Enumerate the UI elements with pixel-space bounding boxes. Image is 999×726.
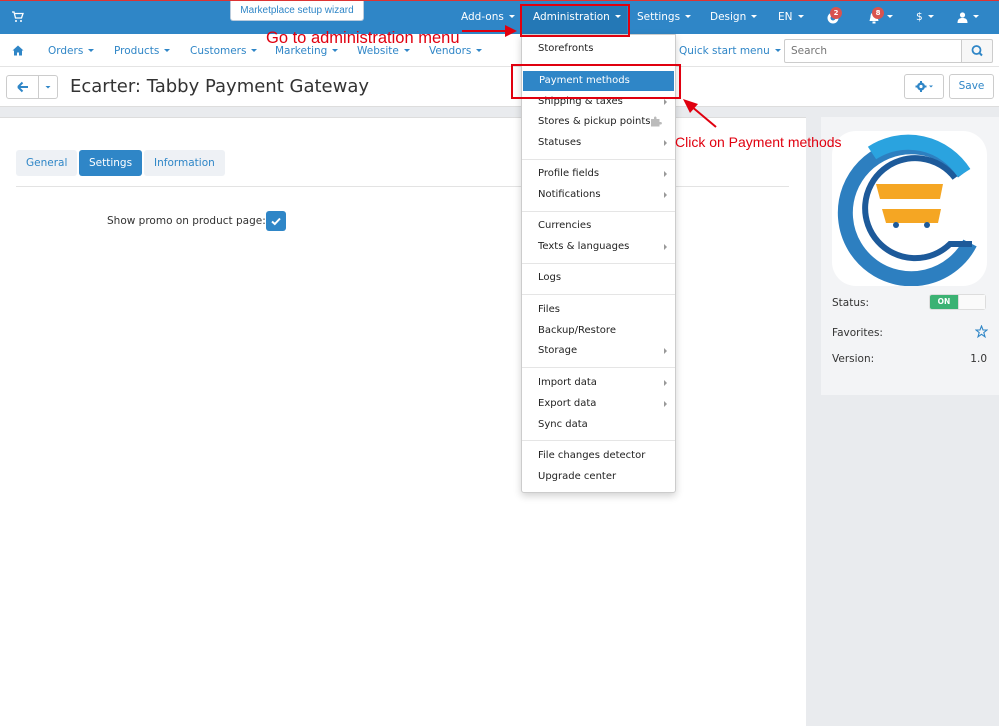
dropdown-divider (522, 211, 675, 212)
dropdown-item-notifications[interactable]: Notifications (522, 185, 675, 205)
gear-icon (915, 81, 933, 92)
dropdown-item-statuses[interactable]: Statuses (522, 133, 675, 153)
chevron-right-icon (664, 244, 667, 250)
dropdown-item-label: Notifications (538, 189, 601, 200)
currency-menu[interactable]: $ (916, 11, 934, 23)
dropdown-item-label: Import data (538, 377, 597, 388)
administration-dropdown: Storefronts Payment methods Shipping & t… (521, 34, 676, 493)
cart-icon[interactable] (12, 11, 24, 23)
status-label: Status: (832, 297, 869, 309)
user-menu-caret[interactable] (968, 11, 979, 23)
dropdown-divider (522, 440, 675, 441)
dropdown-item-sync-data[interactable]: Sync data (522, 415, 675, 435)
dropdown-item-storefronts[interactable]: Storefronts (522, 39, 675, 59)
tab-settings[interactable]: Settings (79, 150, 143, 176)
settings-panel: General Settings Information Show promo … (0, 117, 806, 726)
checkmark-icon (271, 217, 281, 226)
dropdown-item-label: Texts & languages (538, 241, 630, 252)
puzzle-icon (651, 116, 662, 127)
dropdown-item-file-changes-detector[interactable]: File changes detector (522, 446, 675, 466)
annotation-payment-note: Click on Payment methods (675, 134, 842, 150)
chevron-right-icon (664, 348, 667, 354)
addon-sidebar: Status: ON Favorites: Version: 1.0 (821, 117, 999, 395)
ecarter-logo-icon (837, 134, 977, 286)
chevron-right-icon (664, 140, 667, 146)
orders-menu[interactable]: Orders (48, 45, 94, 57)
design-menu[interactable]: Design (710, 11, 757, 23)
dropdown-item-upgrade-center[interactable]: Upgrade center (522, 467, 675, 487)
dropdown-item-label: Stores & pickup points (538, 116, 651, 127)
dropdown-item-stores-pickup[interactable]: Stores & pickup points (522, 112, 675, 132)
marketplace-setup-wizard-button[interactable]: Marketplace setup wizard (230, 1, 364, 21)
help-badge: 2 (830, 7, 842, 19)
addons-menu[interactable]: Add-ons (461, 11, 515, 23)
home-icon[interactable] (12, 45, 24, 56)
user-icon[interactable] (957, 12, 968, 23)
annotation-admin-note: Go to administration menu (266, 29, 460, 47)
version-label: Version: (832, 353, 875, 365)
arrow-left-icon (17, 81, 28, 93)
title-bar: Ecarter: Tabby Payment Gateway Save (0, 67, 999, 107)
dropdown-item-currencies[interactable]: Currencies (522, 216, 675, 236)
dropdown-item-label: Statuses (538, 137, 582, 148)
history-dropdown-button[interactable] (38, 75, 58, 99)
dropdown-item-label: Export data (538, 398, 597, 409)
language-menu[interactable]: EN (778, 11, 804, 23)
tab-information[interactable]: Information (144, 150, 225, 176)
dropdown-item-import-data[interactable]: Import data (522, 373, 675, 393)
dropdown-divider (522, 159, 675, 160)
chevron-right-icon (664, 171, 667, 177)
show-promo-checkbox[interactable] (266, 211, 286, 231)
dropdown-item-export-data[interactable]: Export data (522, 394, 675, 414)
dropdown-item-profile-fields[interactable]: Profile fields (522, 164, 675, 184)
top-bar: Marketplace setup wizard Add-ons Adminis… (0, 0, 999, 35)
customers-menu[interactable]: Customers (190, 45, 257, 57)
status-toggle[interactable]: ON (929, 294, 986, 310)
chevron-right-icon (664, 401, 667, 407)
settings-gear-button[interactable] (904, 74, 944, 99)
annotation-highlight-administration (520, 4, 630, 37)
status-on-label: ON (930, 295, 958, 309)
addon-logo (832, 131, 987, 286)
products-menu[interactable]: Products (114, 45, 170, 57)
star-icon[interactable] (975, 325, 988, 338)
search-button[interactable] (962, 39, 993, 63)
save-button[interactable]: Save (949, 74, 994, 99)
dropdown-divider (522, 367, 675, 368)
version-value: 1.0 (970, 353, 987, 365)
dropdown-item-files[interactable]: Files (522, 300, 675, 320)
chevron-right-icon (664, 192, 667, 198)
notifications-caret[interactable] (882, 11, 893, 23)
dropdown-item-logs[interactable]: Logs (522, 268, 675, 288)
page-title: Ecarter: Tabby Payment Gateway (70, 76, 370, 97)
status-toggle-knob (958, 295, 985, 309)
annotation-highlight-payment-methods (511, 64, 681, 99)
dropdown-item-backup-restore[interactable]: Backup/Restore (522, 321, 675, 341)
chevron-right-icon (664, 380, 667, 386)
tab-general[interactable]: General (16, 150, 78, 176)
dropdown-item-label: Profile fields (538, 168, 600, 179)
dropdown-item-storage[interactable]: Storage (522, 341, 675, 361)
dropdown-item-texts-languages[interactable]: Texts & languages (522, 237, 675, 257)
quick-start-menu[interactable]: Quick start menu (679, 45, 781, 57)
search-icon (971, 45, 983, 57)
settings-menu[interactable]: Settings (637, 11, 691, 23)
back-button[interactable] (6, 75, 39, 99)
dropdown-divider (522, 294, 675, 295)
search-input[interactable] (784, 39, 962, 63)
chevron-right-icon (664, 99, 667, 105)
dropdown-divider (522, 263, 675, 264)
favorites-label: Favorites: (832, 327, 883, 339)
dropdown-item-label: Storage (538, 345, 578, 356)
show-promo-label: Show promo on product page: (107, 215, 266, 227)
chevron-down-icon (45, 86, 51, 89)
